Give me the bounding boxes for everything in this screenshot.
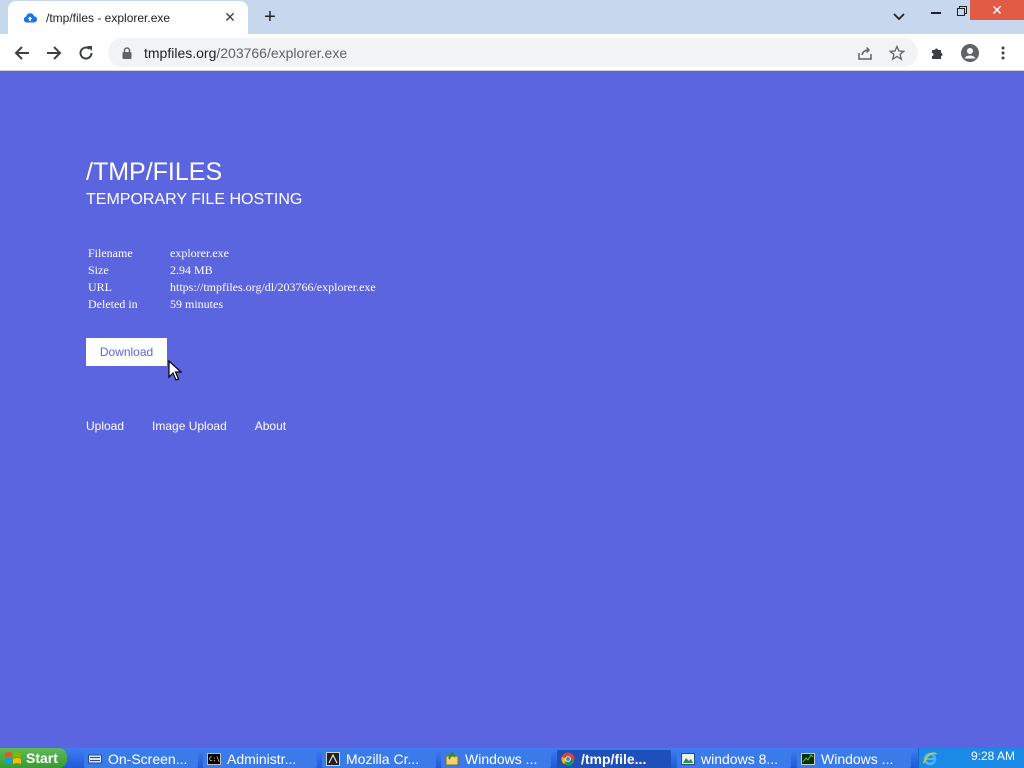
- browser-toolbar: tmpfiles.org/203766/explorer.exe: [0, 34, 1024, 71]
- taskbar: Start On-Screen... C:\ Administr... Mozi…: [0, 748, 1024, 768]
- info-row-filename: Filename explorer.exe: [88, 245, 376, 262]
- taskbar-item-mozilla-crash[interactable]: Mozilla Cr...: [322, 750, 436, 768]
- footer-links: Upload Image Upload About: [86, 419, 314, 433]
- image-upload-link[interactable]: Image Upload: [152, 419, 227, 433]
- close-tab-icon[interactable]: ✕: [222, 9, 238, 26]
- svg-text:C:\: C:\: [209, 756, 220, 763]
- page-title: /TMP/FILES: [86, 158, 223, 186]
- app-window-icon: [326, 752, 340, 766]
- info-value: 59 minutes: [170, 297, 223, 311]
- info-row-size: Size 2.94 MB: [88, 262, 376, 279]
- profile-avatar-icon[interactable]: [957, 40, 983, 66]
- url-path: /203766/explorer.exe: [216, 44, 348, 61]
- keyboard-icon: [88, 754, 102, 764]
- new-tab-button[interactable]: +: [258, 6, 282, 28]
- taskbar-item-label: Windows ...: [465, 751, 538, 767]
- lock-icon[interactable]: [120, 46, 134, 60]
- url-host: tmpfiles.org: [144, 44, 217, 61]
- restore-button[interactable]: [952, 0, 972, 22]
- taskbar-item-label: Administr...: [227, 751, 297, 767]
- taskbar-item-label: Mozilla Cr...: [346, 751, 420, 767]
- back-arrow-icon[interactable]: [9, 40, 35, 66]
- info-row-deleted-in: Deleted in 59 minutes: [88, 296, 376, 313]
- windows-flag-icon: [5, 752, 21, 764]
- menu-dots-icon[interactable]: [990, 40, 1016, 66]
- taskbar-item-windows-8[interactable]: windows 8...: [677, 750, 791, 768]
- forward-arrow-icon[interactable]: [41, 40, 67, 66]
- start-label: Start: [26, 750, 58, 766]
- mouse-cursor-icon: [168, 359, 183, 387]
- taskbar-item-label: On-Screen...: [108, 751, 188, 767]
- info-row-url: URL https://tmpfiles.org/dl/203766/explo…: [88, 279, 376, 296]
- tab-title: /tmp/files - explorer.exe: [46, 10, 171, 25]
- clock[interactable]: 9:28 AM: [971, 749, 1015, 763]
- upload-link[interactable]: Upload: [86, 419, 124, 433]
- address-bar[interactable]: tmpfiles.org/203766/explorer.exe: [108, 38, 918, 67]
- info-key: Filename: [88, 246, 133, 260]
- system-tray: 9:28 AM: [918, 748, 1024, 768]
- chrome-icon: [561, 752, 575, 766]
- info-key: URL: [88, 280, 112, 294]
- info-key: Deleted in: [88, 297, 138, 311]
- image-viewer-icon: [681, 753, 695, 765]
- about-link[interactable]: About: [255, 419, 286, 433]
- tab-strip: /tmp/files - explorer.exe ✕ + ✕: [0, 0, 1024, 34]
- download-button[interactable]: Download: [86, 338, 167, 366]
- reload-icon[interactable]: [73, 40, 99, 66]
- start-button[interactable]: Start: [0, 748, 67, 768]
- taskbar-item-on-screen-keyboard[interactable]: On-Screen...: [84, 750, 198, 768]
- taskbar-item-label: windows 8...: [701, 751, 779, 767]
- minimize-button[interactable]: [926, 0, 946, 22]
- info-value: 2.94 MB: [170, 263, 213, 277]
- command-prompt-icon: C:\: [207, 753, 221, 765]
- info-value: explorer.exe: [170, 246, 229, 260]
- close-window-button[interactable]: ✕: [970, 0, 1024, 20]
- url-text: tmpfiles.org/203766/explorer.exe: [144, 45, 347, 61]
- taskbar-item-label: Windows ...: [821, 751, 894, 767]
- cloud-upload-icon: [22, 10, 38, 26]
- page-subtitle: TEMPORARY FILE HOSTING: [86, 191, 303, 208]
- extensions-puzzle-icon[interactable]: [925, 40, 951, 66]
- file-info-table: Filename explorer.exe Size 2.94 MB URL h…: [88, 245, 376, 313]
- info-key: Size: [88, 263, 109, 277]
- taskbar-item-tmpfiles[interactable]: /tmp/file...: [557, 750, 671, 768]
- info-value: https://tmpfiles.org/dl/203766/explorer.…: [170, 280, 376, 294]
- browser-tab[interactable]: /tmp/files - explorer.exe ✕: [8, 1, 248, 34]
- taskbar-item-windows-2[interactable]: Windows ...: [797, 750, 911, 768]
- taskbar-item-administrator[interactable]: C:\ Administr...: [203, 750, 317, 768]
- windows-explorer-icon: [445, 752, 459, 766]
- tab-search-icon[interactable]: [888, 6, 910, 28]
- task-manager-icon: [801, 753, 815, 765]
- internet-explorer-icon[interactable]: [923, 752, 937, 766]
- taskbar-item-label: /tmp/file...: [581, 751, 647, 767]
- share-icon[interactable]: [856, 44, 874, 62]
- taskbar-item-windows-1[interactable]: Windows ...: [441, 750, 551, 768]
- star-icon[interactable]: [888, 44, 906, 62]
